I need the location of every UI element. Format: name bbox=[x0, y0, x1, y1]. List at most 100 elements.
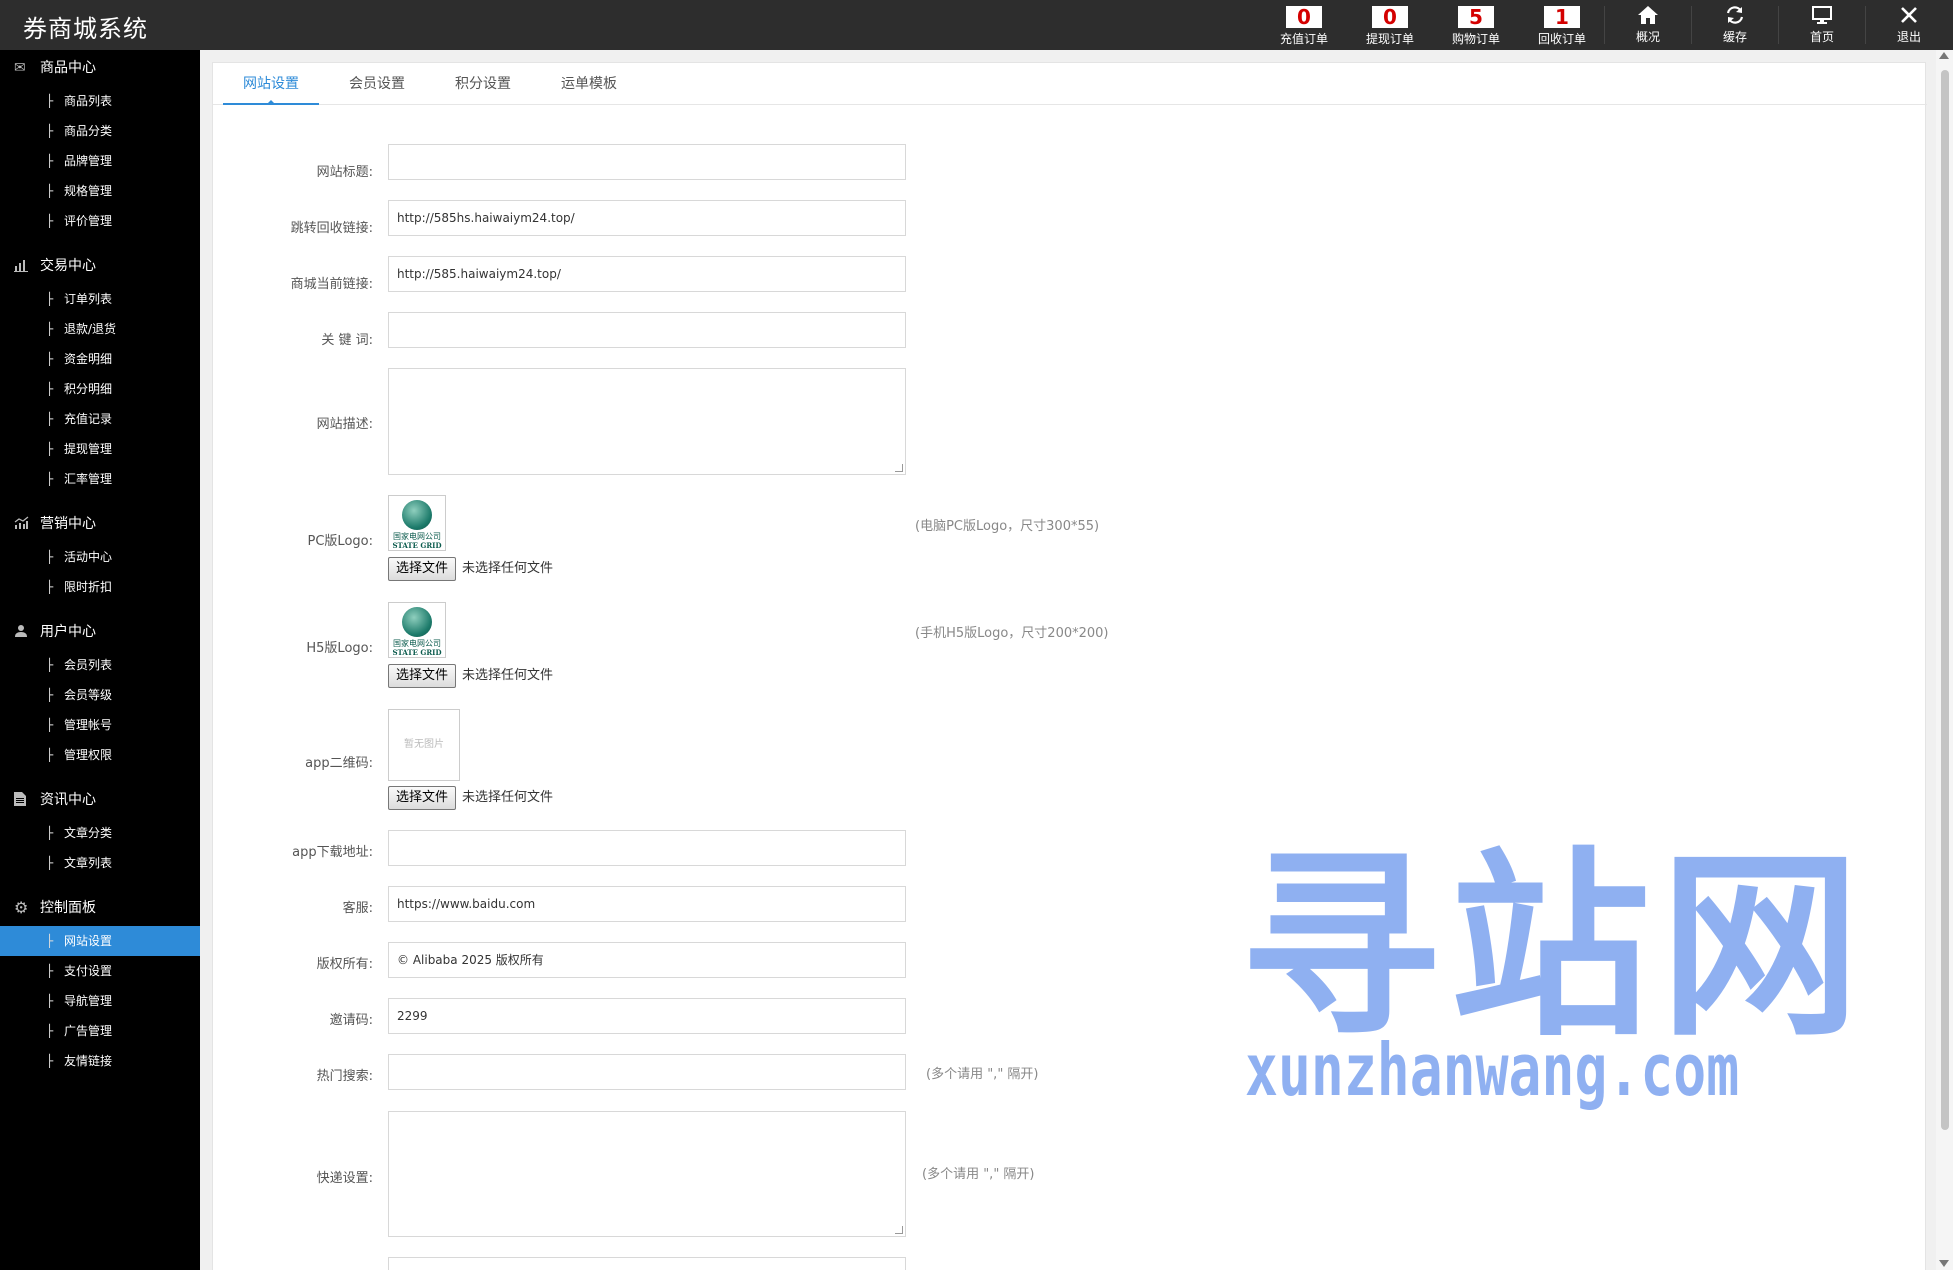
hot-search-input[interactable] bbox=[388, 1054, 906, 1090]
pc-logo-choose-file-button[interactable]: 选择文件 bbox=[388, 557, 457, 581]
tab-site-settings[interactable]: 网站设置 bbox=[223, 63, 319, 105]
sidebar-item-ads[interactable]: ├ 广告管理 bbox=[0, 1016, 200, 1046]
button-label: 首页 bbox=[1809, 30, 1834, 44]
branch-icon: ├ bbox=[46, 322, 54, 336]
tab-member-settings[interactable]: 会员设置 bbox=[329, 63, 425, 105]
tab-points-settings[interactable]: 积分设置 bbox=[435, 63, 531, 105]
sidebar-item-member-levels[interactable]: ├ 会员等级 bbox=[0, 680, 200, 710]
invite-code-input[interactable]: 2299 bbox=[388, 998, 906, 1034]
button-label: 退出 bbox=[1896, 30, 1921, 44]
scroll-up-arrow-icon[interactable] bbox=[1939, 52, 1949, 59]
pc-logo-label: PC版Logo: bbox=[307, 534, 373, 549]
shopping-orders-button[interactable]: 5 购物订单 bbox=[1433, 0, 1519, 50]
sidebar-item-label: 会员列表 bbox=[64, 658, 113, 672]
mall-link-label: 商城当前链接: bbox=[290, 277, 373, 292]
sidebar-item-spec[interactable]: ├ 规格管理 bbox=[0, 176, 200, 206]
description-textarea[interactable] bbox=[388, 368, 906, 475]
recharge-orders-button[interactable]: 0 充值订单 bbox=[1261, 0, 1347, 50]
overview-button[interactable]: 概况 bbox=[1605, 0, 1691, 50]
button-label: 缓存 bbox=[1722, 30, 1747, 44]
button-label: 回收订单 bbox=[1537, 32, 1586, 46]
withdraw-orders-button[interactable]: 0 提现订单 bbox=[1347, 0, 1433, 50]
sidebar-item-members[interactable]: ├ 会员列表 bbox=[0, 650, 200, 680]
app-qr-choose-file-button[interactable]: 选择文件 bbox=[388, 786, 457, 810]
logo-text-en: STATE GRID bbox=[392, 541, 442, 550]
sidebar-item-label: 网站设置 bbox=[64, 934, 113, 948]
sidebar-item-friend-links[interactable]: ├ 友情链接 bbox=[0, 1046, 200, 1076]
tab-label: 运单模板 bbox=[561, 76, 617, 92]
homepage-button[interactable]: 首页 bbox=[1779, 0, 1865, 50]
watermark-url: xunzhanwang.com bbox=[1245, 1028, 1740, 1112]
scrollbar-thumb[interactable] bbox=[1941, 70, 1949, 1130]
top-bar: 券商城系统 0 充值订单 0 提现订单 5 购物订单 1 回收订单 概况 缓存 … bbox=[0, 0, 1953, 50]
recycle-orders-button[interactable]: 1 回收订单 bbox=[1519, 0, 1605, 50]
sidebar-item-article-list[interactable]: ├ 文章列表 bbox=[0, 848, 200, 878]
sidebar-group-marketing[interactable]: 营销中心 bbox=[0, 509, 200, 539]
sidebar-item-label: 汇率管理 bbox=[64, 472, 113, 486]
resize-grip-icon[interactable] bbox=[895, 464, 903, 472]
resize-grip-icon[interactable] bbox=[895, 1226, 903, 1234]
sidebar-item-label: 商品列表 bbox=[64, 94, 113, 108]
logo-text-en: STATE GRID bbox=[392, 648, 442, 657]
cache-button[interactable]: 缓存 bbox=[1692, 0, 1778, 50]
app-download-input[interactable] bbox=[388, 830, 906, 866]
sidebar-item-refund[interactable]: ├ 退款/退货 bbox=[0, 314, 200, 344]
sidebar-item-site-settings[interactable]: ├ 网站设置 bbox=[0, 926, 200, 956]
sidebar-item-admin-permissions[interactable]: ├ 管理权限 bbox=[0, 740, 200, 770]
branch-icon: ├ bbox=[46, 994, 54, 1008]
site-title-label: 网站标题: bbox=[316, 165, 373, 180]
branch-icon: ├ bbox=[46, 856, 54, 870]
sidebar-item-withdraw[interactable]: ├ 提现管理 bbox=[0, 434, 200, 464]
sidebar-group-control-panel[interactable]: ⚙ 控制面板 bbox=[0, 893, 200, 923]
sidebar-item-brand[interactable]: ├ 品牌管理 bbox=[0, 146, 200, 176]
sidebar-group-news[interactable]: 资讯中心 bbox=[0, 785, 200, 815]
vertical-scrollbar[interactable] bbox=[1936, 50, 1953, 1270]
sidebar-item-admin-accounts[interactable]: ├ 管理帐号 bbox=[0, 710, 200, 740]
sidebar-item-label: 品牌管理 bbox=[64, 154, 113, 168]
tab-waybill-template[interactable]: 运单模板 bbox=[541, 63, 637, 105]
sidebar-group-products[interactable]: ✉ 商品中心 bbox=[0, 53, 200, 83]
branch-icon: ├ bbox=[46, 688, 54, 702]
sidebar-item-label: 退款/退货 bbox=[64, 322, 117, 336]
copyright-input[interactable]: © Alibaba 2025 版权所有 bbox=[388, 942, 906, 978]
count-badge: 0 bbox=[1372, 6, 1408, 28]
sidebar-item-label: 广告管理 bbox=[64, 1024, 113, 1038]
scroll-down-arrow-icon[interactable] bbox=[1939, 1260, 1949, 1267]
sidebar-item-recharge[interactable]: ├ 充值记录 bbox=[0, 404, 200, 434]
app-qr-label: app二维码: bbox=[305, 756, 373, 771]
branch-icon: ├ bbox=[46, 748, 54, 762]
sidebar-item-review[interactable]: ├ 评价管理 bbox=[0, 206, 200, 236]
hot-search-hint: (多个请用 "," 隔开) bbox=[926, 1067, 1039, 1082]
sidebar-item-orders[interactable]: ├ 订单列表 bbox=[0, 284, 200, 314]
keywords-input[interactable] bbox=[388, 312, 906, 348]
sidebar-item-product-list[interactable]: ├ 商品列表 bbox=[0, 86, 200, 116]
watermark-text: 寻站网 bbox=[1240, 831, 1871, 1064]
h5-logo-choose-file-button[interactable]: 选择文件 bbox=[388, 664, 457, 688]
sidebar: ✉ 商品中心 ├ 商品列表 ├ 商品分类 ├ 品牌管理 ├ 规格管理 ├ 评价管理 交易中… bbox=[0, 50, 200, 1270]
sidebar-item-payment-settings[interactable]: ├ 支付设置 bbox=[0, 956, 200, 986]
logout-button[interactable]: 退出 bbox=[1866, 0, 1952, 50]
site-title-input[interactable] bbox=[388, 144, 906, 180]
express-hint: (多个请用 "," 隔开) bbox=[922, 1167, 1035, 1182]
sidebar-item-funds[interactable]: ├ 资金明细 bbox=[0, 344, 200, 374]
growth-chart-icon bbox=[14, 509, 32, 539]
branch-icon: ├ bbox=[46, 352, 54, 366]
sidebar-item-flash-discount[interactable]: ├ 限时折扣 bbox=[0, 572, 200, 602]
sidebar-item-navigation[interactable]: ├ 导航管理 bbox=[0, 986, 200, 1016]
express-textarea[interactable] bbox=[388, 1111, 906, 1237]
service-input[interactable]: https://www.baidu.com bbox=[388, 886, 906, 922]
sidebar-group-trade[interactable]: 交易中心 bbox=[0, 251, 200, 281]
sidebar-item-activity[interactable]: ├ 活动中心 bbox=[0, 542, 200, 572]
sidebar-group-users[interactable]: 用户中心 bbox=[0, 617, 200, 647]
button-label: 购物订单 bbox=[1451, 32, 1500, 46]
recycle-link-input[interactable]: http://585hs.haiwaiym24.top/ bbox=[388, 200, 906, 236]
sidebar-item-product-category[interactable]: ├ 商品分类 bbox=[0, 116, 200, 146]
sidebar-item-points[interactable]: ├ 积分明细 bbox=[0, 374, 200, 404]
mall-link-input[interactable]: http://585.haiwaiym24.top/ bbox=[388, 256, 906, 292]
globe-logo-icon bbox=[402, 607, 432, 637]
next-field-input[interactable] bbox=[388, 1257, 906, 1270]
branch-icon: ├ bbox=[46, 934, 54, 948]
sidebar-item-article-category[interactable]: ├ 文章分类 bbox=[0, 818, 200, 848]
sidebar-item-label: 活动中心 bbox=[64, 550, 113, 564]
sidebar-item-exchange-rate[interactable]: ├ 汇率管理 bbox=[0, 464, 200, 494]
